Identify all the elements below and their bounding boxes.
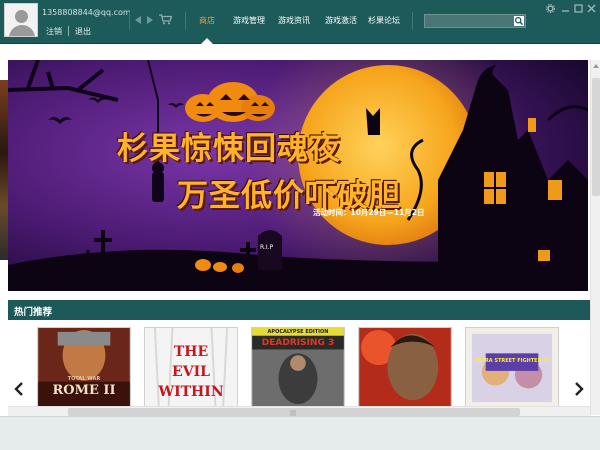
- game-title: EVIL: [172, 364, 210, 380]
- logout-account-link[interactable]: 注销: [46, 26, 62, 37]
- game-title: WITHIN: [158, 384, 224, 400]
- tab-game-management[interactable]: 游戏管理: [233, 15, 265, 26]
- fighter-cover-icon: [359, 328, 451, 406]
- scrollbar-thumb[interactable]: |||: [68, 408, 520, 417]
- halloween-banner[interactable]: R.I.P 杉果惊悚回魂夜 万圣低价吓破胆 活动时间：10月29日—11月2日: [8, 60, 588, 291]
- carousel-prev-arrow-icon[interactable]: [14, 382, 24, 396]
- game-title: ULTRA STREET FIGHTER IV: [475, 358, 549, 364]
- close-icon[interactable]: [587, 4, 596, 13]
- carousel-next-arrow-icon[interactable]: [574, 382, 584, 396]
- game-card-evil-within[interactable]: THE EVIL WITHIN: [144, 327, 238, 407]
- tab-store[interactable]: 商店: [199, 15, 215, 26]
- game-card-ultra-street-fighter-iv[interactable]: ULTRA STREET FIGHTER IV: [465, 327, 559, 407]
- divider: [68, 26, 69, 36]
- gravestone-text: R.I.P: [260, 244, 274, 251]
- search-box: [424, 14, 526, 34]
- account-links: 注销 退出: [46, 26, 91, 37]
- status-bar: [0, 416, 600, 450]
- exit-link[interactable]: 退出: [75, 26, 91, 37]
- top-bar: 1358808844@qq.com 注销 退出 商店 游戏管理 游戏资讯 游戏激…: [0, 0, 600, 44]
- game-title: ROME II: [52, 383, 116, 398]
- user-email: 1358808844@qq.com: [42, 8, 131, 17]
- tab-game-news[interactable]: 游戏资讯: [278, 15, 310, 26]
- vertical-scrollbar[interactable]: [590, 60, 600, 415]
- search-icon: [514, 16, 524, 26]
- game-card-fighter[interactable]: [358, 327, 452, 407]
- scroll-up-icon[interactable]: [593, 64, 599, 68]
- tab-forum[interactable]: 杉果论坛: [368, 15, 400, 26]
- game-title: DEADRISING 3: [261, 338, 335, 348]
- minimize-icon[interactable]: [561, 4, 570, 13]
- banner-title-line1: 杉果惊悚回魂夜: [117, 131, 341, 167]
- game-title: THE: [173, 344, 209, 360]
- hot-section-title: 热门推荐: [14, 307, 53, 318]
- horizontal-scrollbar[interactable]: |||: [8, 406, 590, 417]
- cart-icon[interactable]: [159, 14, 172, 25]
- divider: [185, 12, 186, 30]
- search-button[interactable]: [514, 16, 524, 26]
- game-card-rome-ii[interactable]: TOTAL WAR ROME II: [37, 327, 131, 407]
- tab-game-activation[interactable]: 游戏激活: [325, 15, 357, 26]
- divider: [412, 12, 413, 30]
- game-title: TOTAL WAR: [67, 376, 101, 382]
- scrollbar-thumb[interactable]: [592, 78, 600, 196]
- search-input[interactable]: [425, 22, 513, 34]
- game-card-dead-rising-3[interactable]: APOCALYPSE EDITION DEADRISING 3: [251, 327, 345, 407]
- divider: [129, 12, 130, 30]
- forward-arrow-icon[interactable]: [147, 15, 153, 24]
- avatar[interactable]: [4, 3, 38, 37]
- hot-section-header: 热门推荐: [8, 300, 590, 320]
- street-fighter-cover-icon: [466, 328, 558, 406]
- settings-icon[interactable]: [546, 4, 555, 13]
- back-arrow-icon[interactable]: [135, 15, 141, 24]
- prev-banner-peek[interactable]: [0, 80, 8, 260]
- banner-date: 活动时间：10月29日—11月2日: [313, 208, 425, 217]
- nav-icons: [135, 14, 172, 25]
- maximize-icon[interactable]: [574, 4, 583, 13]
- game-edition: APOCALYPSE EDITION: [267, 329, 329, 335]
